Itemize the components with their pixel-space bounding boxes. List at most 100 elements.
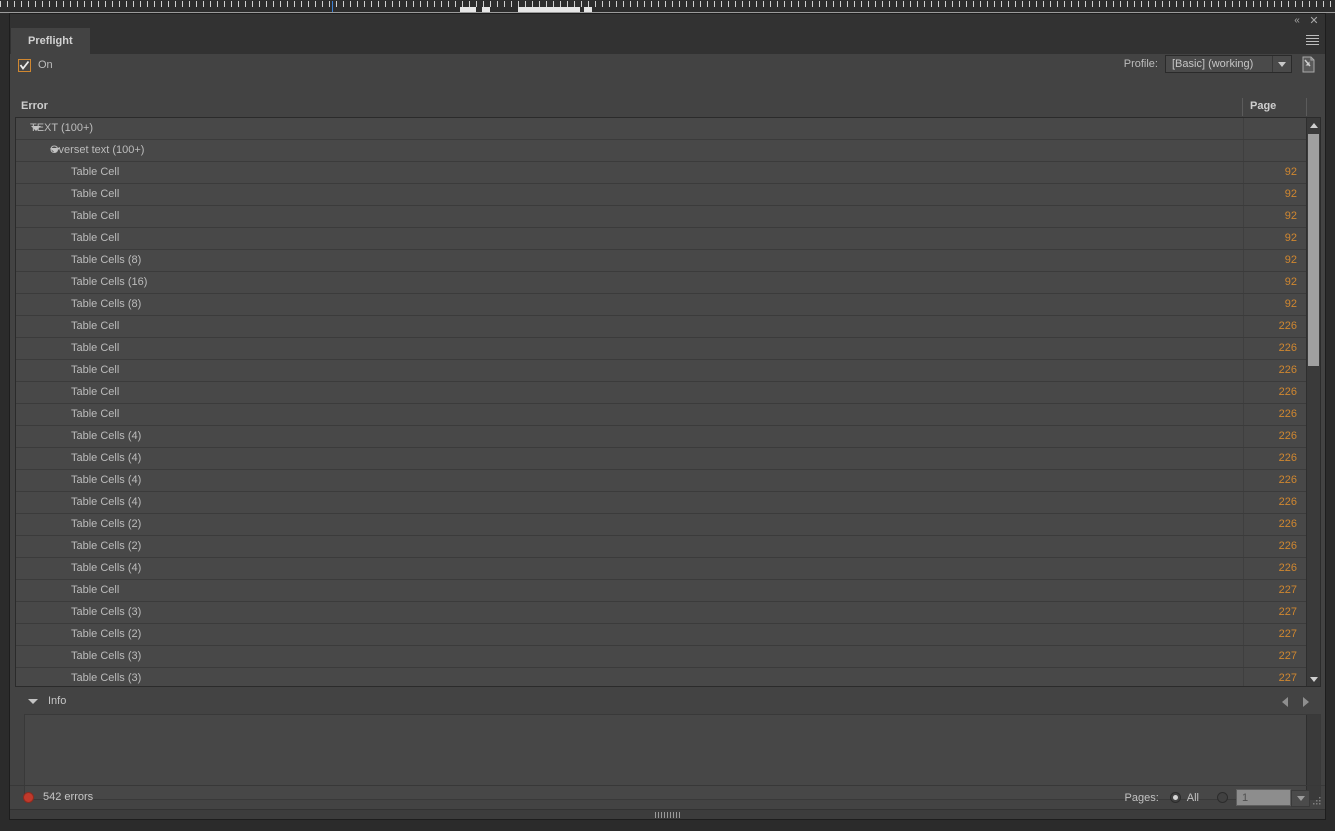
chevron-down-icon[interactable] (1272, 56, 1291, 72)
row-column-divider (1243, 536, 1244, 557)
error-list-item[interactable]: Table Cells (4) 226 (16, 470, 1307, 492)
error-list-item[interactable]: Table Cells (2) 226 (16, 514, 1307, 536)
column-divider[interactable] (1306, 98, 1307, 116)
row-column-divider (1243, 272, 1244, 293)
error-row-label: Overset text (100+) (50, 144, 145, 156)
row-column-divider (1243, 250, 1244, 271)
error-list-item[interactable]: Table Cells (16) 92 (16, 272, 1307, 294)
profile-select[interactable]: [Basic] (working) (1165, 55, 1292, 73)
profile-selected-value: [Basic] (working) (1172, 58, 1254, 70)
on-checkbox[interactable] (18, 58, 31, 72)
error-row-label: Table Cells (8) (71, 298, 142, 310)
pages-all-radio[interactable] (1169, 792, 1181, 803)
error-list-item[interactable]: Table Cells (3) 227 (16, 646, 1307, 668)
error-list-item[interactable]: Table Cell 92 (16, 184, 1307, 206)
row-column-divider (1243, 646, 1244, 667)
pages-all-label: All (1186, 791, 1199, 804)
profile-label: Profile: (1123, 58, 1158, 70)
error-list-item[interactable]: Table Cells (3) 227 (16, 602, 1307, 624)
error-row-label: Table Cells (3) (71, 606, 142, 618)
error-list-item[interactable]: Table Cells (4) 226 (16, 426, 1307, 448)
profile-group: Profile: [Basic] (working) (1124, 55, 1316, 73)
error-row-label: Table Cells (4) (71, 430, 142, 442)
error-row-label: Table Cell (71, 386, 120, 398)
error-row-label: Table Cells (8) (71, 254, 142, 266)
error-count-group: 542 errors (23, 791, 93, 803)
error-list-item[interactable]: Table Cell 92 (16, 162, 1307, 184)
error-row-label: Table Cells (16) (71, 276, 148, 288)
row-column-divider (1243, 140, 1244, 161)
error-list-subgroup[interactable]: Overset text (100+) (16, 140, 1307, 162)
error-row-page: 92 (1284, 254, 1297, 266)
error-row-label: Table Cell (71, 320, 120, 332)
close-icon[interactable]: ✕ (1308, 15, 1320, 27)
error-row-label: Table Cell (71, 166, 120, 178)
chevron-down-icon[interactable] (28, 699, 38, 704)
row-column-divider (1243, 602, 1244, 623)
error-row-page: 226 (1278, 408, 1297, 420)
error-row-page: 226 (1278, 342, 1297, 354)
error-row-label: Table Cells (3) (71, 650, 142, 662)
pages-range-radio[interactable] (1217, 792, 1228, 803)
error-list-item[interactable]: Table Cell 92 (16, 206, 1307, 228)
error-list-item[interactable]: Table Cell 226 (16, 360, 1307, 382)
error-list-item[interactable]: Table Cells (2) 227 (16, 624, 1307, 646)
error-list-item[interactable]: Table Cell 226 (16, 382, 1307, 404)
row-column-divider (1243, 514, 1244, 535)
error-list-item[interactable]: Table Cell 226 (16, 316, 1307, 338)
row-column-divider (1243, 382, 1244, 403)
tab-preflight[interactable]: Preflight (11, 28, 90, 54)
embed-profile-icon[interactable] (1300, 56, 1316, 73)
resize-grip-icon[interactable] (1310, 795, 1322, 807)
error-row-label: Table Cells (2) (71, 518, 142, 530)
row-column-divider (1243, 580, 1244, 601)
error-list-item[interactable]: Table Cells (4) 226 (16, 448, 1307, 470)
error-list-item[interactable]: Table Cells (3) 227 (16, 668, 1307, 686)
error-status-dot (23, 791, 34, 803)
row-column-divider (1243, 338, 1244, 359)
error-list-item[interactable]: Table Cell 226 (16, 404, 1307, 426)
error-list-scrollbar[interactable] (1306, 118, 1320, 686)
error-list: TEXT (100+) Overset text (100+) Table Cell… (15, 117, 1321, 687)
row-column-divider (1243, 492, 1244, 513)
column-divider[interactable] (1242, 98, 1243, 116)
error-row-page: 226 (1278, 452, 1297, 464)
preflight-on-toggle[interactable]: On (18, 57, 53, 73)
panel-tabbar: Preflight (10, 28, 1325, 54)
arrow-left-icon[interactable] (1279, 696, 1291, 708)
panel-menu-icon[interactable] (1306, 35, 1319, 46)
error-row-label: Table Cells (4) (71, 474, 142, 486)
error-list-item[interactable]: Table Cells (8) 92 (16, 294, 1307, 316)
error-list-item[interactable]: Table Cell 227 (16, 580, 1307, 602)
preflight-control-row: On Profile: [Basic] (working) (10, 54, 1325, 77)
preflight-status-bar: 542 errors Pages: All 1 (10, 785, 1325, 809)
error-list-item[interactable]: Table Cells (4) 226 (16, 492, 1307, 514)
error-list-item[interactable]: Table Cell 92 (16, 228, 1307, 250)
error-list-item[interactable]: Table Cells (8) 92 (16, 250, 1307, 272)
pages-range-dropdown-icon[interactable] (1291, 790, 1310, 807)
error-list-item[interactable]: Table Cells (4) 226 (16, 558, 1307, 580)
pages-range-input[interactable]: 1 (1236, 789, 1310, 807)
error-row-label: Table Cells (4) (71, 452, 142, 464)
error-list-item[interactable]: Table Cell 226 (16, 338, 1307, 360)
error-row-label: Table Cells (3) (71, 672, 142, 684)
row-column-divider (1243, 162, 1244, 183)
collapse-left-icon[interactable]: « (1291, 15, 1303, 27)
error-list-group[interactable]: TEXT (100+) (16, 118, 1307, 140)
error-row-label: Table Cell (71, 188, 120, 200)
info-section-header[interactable]: Info (15, 691, 1321, 712)
error-row-page: 227 (1278, 584, 1297, 596)
error-row-page: 92 (1284, 276, 1297, 288)
scroll-up-icon[interactable] (1307, 118, 1320, 132)
error-row-page: 227 (1278, 628, 1297, 640)
panel-resize-handle[interactable] (10, 809, 1325, 819)
arrow-right-icon[interactable] (1300, 696, 1312, 708)
error-row-page: 92 (1284, 210, 1297, 222)
scrollbar-thumb[interactable] (1308, 134, 1319, 366)
scroll-down-icon[interactable] (1307, 672, 1320, 686)
row-column-divider (1243, 426, 1244, 447)
document-ruler (0, 0, 1335, 13)
error-row-page: 226 (1278, 518, 1297, 530)
error-row-label: Table Cells (4) (71, 496, 142, 508)
error-list-item[interactable]: Table Cells (2) 226 (16, 536, 1307, 558)
